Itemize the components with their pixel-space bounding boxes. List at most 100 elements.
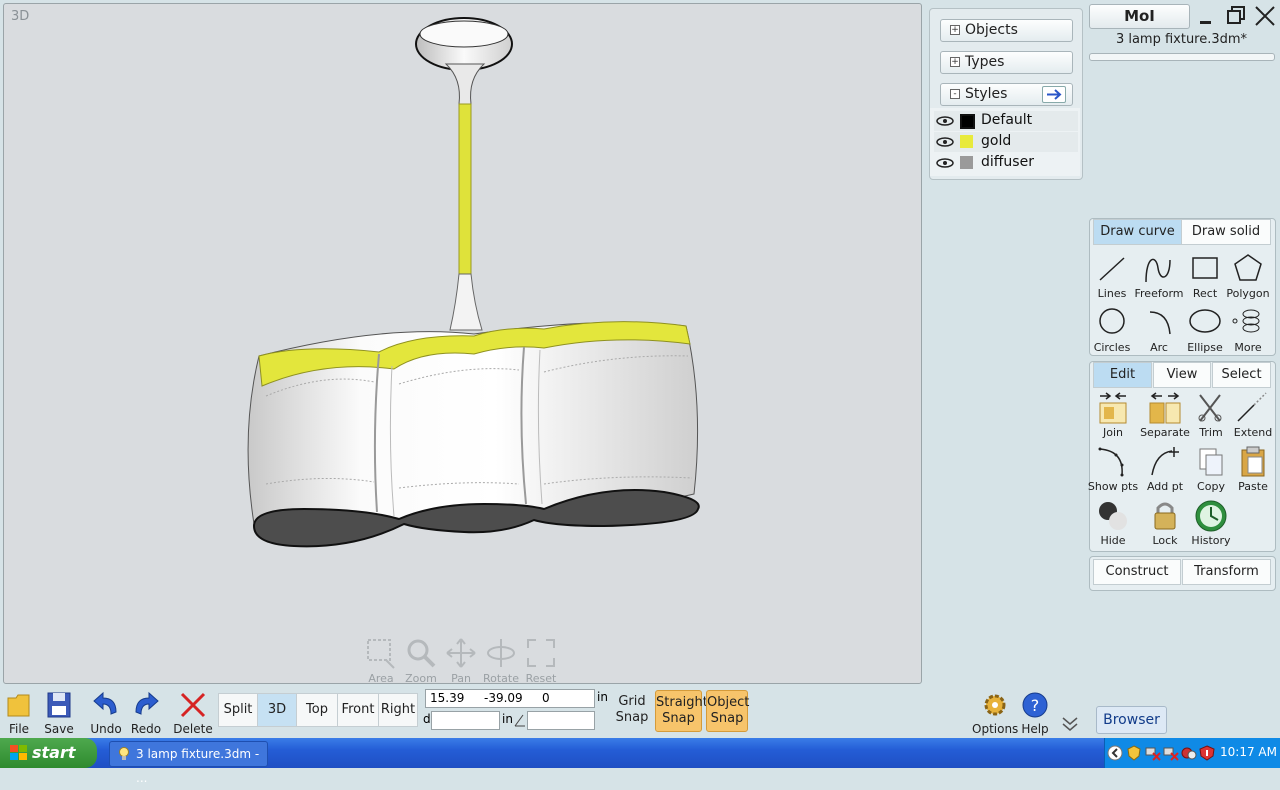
circles-tool[interactable]: Circles: [1086, 306, 1138, 354]
lock-tool[interactable]: Lock: [1139, 499, 1191, 547]
style-swatch[interactable]: [960, 114, 975, 129]
redo-button[interactable]: Redo: [124, 690, 168, 736]
tool-label: Arc: [1150, 341, 1168, 354]
style-row-diffuser[interactable]: diffuser: [934, 153, 1078, 173]
tab-draw-solid[interactable]: Draw solid: [1181, 219, 1271, 245]
view-split-button[interactable]: Split: [218, 693, 258, 727]
add-pt-tool[interactable]: Add pt: [1139, 445, 1191, 493]
delete-x-icon: [180, 692, 206, 718]
angle-icon: [514, 714, 525, 727]
styles-section[interactable]: - Styles: [940, 83, 1073, 106]
rotate-tool[interactable]: Rotate: [481, 636, 521, 685]
shield-icon[interactable]: [1127, 745, 1141, 761]
tab-view[interactable]: View: [1153, 362, 1211, 388]
devices-icon[interactable]: [1181, 745, 1197, 761]
style-row-gold[interactable]: gold: [934, 132, 1078, 152]
tool-label: Circles: [1093, 341, 1131, 354]
show-pts-tool[interactable]: Show pts: [1087, 445, 1139, 493]
save-label: Save: [44, 722, 74, 736]
collapse-icon: -: [950, 89, 960, 99]
freeform-tool[interactable]: Freeform: [1133, 252, 1185, 300]
security-alert-icon[interactable]: [1199, 745, 1215, 761]
network-icon[interactable]: [1145, 745, 1161, 761]
close-button[interactable]: [1254, 5, 1276, 27]
object-snap-label: Object Snap: [707, 695, 750, 726]
arc-tool[interactable]: Arc: [1133, 306, 1185, 354]
area-zoom-tool[interactable]: Area: [361, 636, 401, 685]
viewport-3d[interactable]: 3D Area Zoom Pan Rotate Reset: [3, 3, 922, 685]
expand-toolbar-button[interactable]: [1060, 714, 1080, 734]
style-swatch[interactable]: [960, 135, 973, 148]
hide-tool[interactable]: Hide: [1087, 499, 1139, 547]
types-section[interactable]: + Types: [940, 51, 1073, 74]
object-snap-toggle[interactable]: Object Snap: [706, 690, 750, 732]
view-right-button[interactable]: Right: [378, 693, 418, 727]
coordinate-input[interactable]: 15.39 -39.09 0: [425, 689, 595, 708]
view-top-button[interactable]: Top: [296, 693, 338, 727]
lamp-model[interactable]: [4, 4, 921, 683]
angle-input[interactable]: [527, 711, 595, 730]
zoom-tool[interactable]: Zoom: [401, 636, 441, 685]
area-label: Area: [368, 672, 394, 685]
undo-button[interactable]: Undo: [84, 690, 128, 736]
tool-label: Show pts: [1087, 480, 1139, 493]
separate-icon: [1149, 392, 1181, 424]
help-button[interactable]: ? Help: [1014, 690, 1056, 736]
styles-arrow-button[interactable]: [1042, 86, 1066, 103]
start-label: start: [32, 743, 76, 762]
options-button[interactable]: Options: [972, 690, 1018, 736]
tool-label: Polygon: [1226, 287, 1270, 300]
straight-snap-toggle[interactable]: Straight Snap: [655, 690, 708, 732]
tab-select[interactable]: Select: [1212, 362, 1271, 388]
browser-button[interactable]: Browser: [1096, 706, 1167, 734]
more-tool[interactable]: More: [1222, 306, 1274, 354]
grid-snap-toggle[interactable]: Grid Snap: [613, 690, 651, 732]
eye-icon[interactable]: [936, 158, 954, 168]
view-front-button[interactable]: Front: [337, 693, 379, 727]
style-name: gold: [981, 133, 1012, 149]
minimize-icon: [1200, 21, 1211, 24]
view-3d-button[interactable]: 3D: [257, 693, 297, 727]
tab-edit[interactable]: Edit: [1093, 362, 1152, 388]
delete-button[interactable]: Delete: [171, 690, 215, 736]
pan-icon: [446, 638, 476, 668]
arc-icon: [1149, 311, 1171, 335]
coord-y: -39.09: [484, 691, 523, 705]
style-name: diffuser: [981, 154, 1034, 170]
extend-tool[interactable]: Extend: [1227, 391, 1279, 439]
separate-tool[interactable]: Separate: [1139, 391, 1191, 439]
minimize-button[interactable]: [1198, 6, 1216, 24]
reset-tool[interactable]: Reset: [521, 636, 561, 685]
help-label: Help: [1021, 722, 1049, 736]
join-tool[interactable]: Join: [1087, 391, 1139, 439]
start-button[interactable]: start: [0, 738, 97, 768]
app-name-button[interactable]: MoI: [1089, 4, 1190, 29]
network-disconnected-icon[interactable]: [1163, 745, 1179, 761]
join-icon: [1099, 392, 1127, 424]
reset-icon: [527, 639, 555, 667]
style-row-default[interactable]: Default: [934, 111, 1078, 131]
tab-transform[interactable]: Transform: [1182, 559, 1271, 585]
show-points-icon: [1098, 447, 1124, 477]
restore-button[interactable]: [1226, 5, 1246, 25]
save-button[interactable]: Save: [37, 690, 81, 736]
eye-icon[interactable]: [936, 137, 954, 147]
tab-draw-curve[interactable]: Draw curve: [1093, 219, 1182, 245]
distance-input[interactable]: [431, 711, 500, 730]
file-button[interactable]: File: [0, 690, 41, 736]
paste-tool[interactable]: Paste: [1227, 445, 1279, 493]
options-label: Options: [972, 722, 1019, 736]
eye-icon[interactable]: [936, 116, 954, 126]
history-tool[interactable]: History: [1185, 499, 1237, 547]
tab-construct[interactable]: Construct: [1093, 559, 1181, 585]
taskbar-item-moi[interactable]: 3 lamp fixture.3dm - ...: [109, 741, 268, 785]
lines-tool[interactable]: Lines: [1086, 252, 1138, 300]
objects-section[interactable]: + Objects: [940, 19, 1073, 42]
folder-icon: [7, 694, 30, 717]
tray-expand-icon[interactable]: [1107, 745, 1123, 761]
pan-tool[interactable]: Pan: [441, 636, 481, 685]
polygon-tool[interactable]: Polygon: [1222, 252, 1274, 300]
area-icon: [367, 639, 395, 669]
style-swatch[interactable]: [960, 156, 973, 169]
arrow-right-icon: [1047, 89, 1062, 100]
